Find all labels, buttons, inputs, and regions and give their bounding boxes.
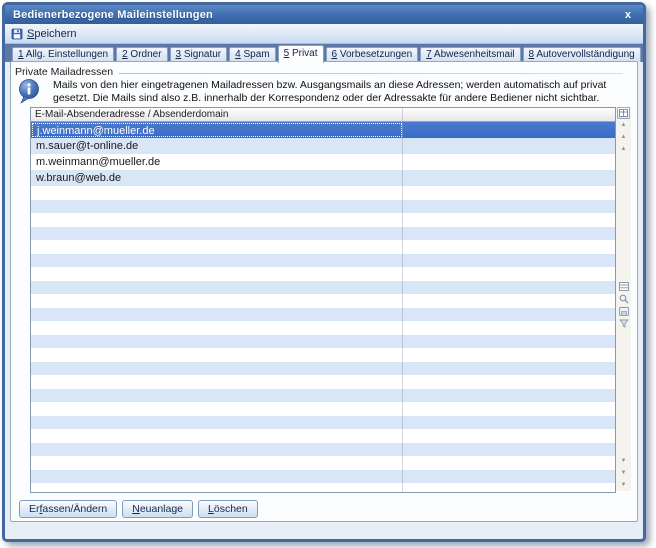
tab-1[interactable]: 1 Allg. Einstellungen	[12, 47, 114, 62]
empty-stripe	[31, 186, 615, 200]
empty-stripe	[31, 200, 615, 214]
tab-7[interactable]: 7 Abwesenheitsmail	[420, 47, 520, 62]
table-body: j.weinmann@mueller.de m.sauer@t-online.de…	[31, 122, 615, 492]
tab-6[interactable]: 6 Vorbesetzungen	[326, 47, 419, 62]
empty-stripe	[31, 362, 615, 376]
neuanlage-button[interactable]: Neuanlage	[122, 500, 193, 518]
scroll-down-group: ▼▼▼	[621, 455, 627, 491]
tab-5[interactable]: 5 Privat	[278, 45, 324, 63]
table-header[interactable]: E-Mail-Absenderadresse / Absenderdomain	[31, 108, 615, 122]
l-schen-button[interactable]: Löschen	[198, 500, 258, 518]
tab-8[interactable]: 8 Autovervollständigung	[523, 47, 641, 62]
empty-stripe	[31, 416, 615, 430]
table-view-icon[interactable]	[619, 282, 629, 291]
email-table: E-Mail-Absenderadresse / Absenderdomain …	[30, 107, 616, 493]
table-row[interactable]: j.weinmann@mueller.de	[31, 122, 615, 138]
table-row[interactable]: m.weinmann@mueller.de	[31, 154, 615, 170]
erfassen-ndern-button[interactable]: Erfassen/Ändern	[19, 500, 117, 518]
column-divider[interactable]	[402, 108, 403, 492]
action-buttons: Erfassen/Ändern Neuanlage Löschen	[19, 500, 258, 518]
empty-stripe	[31, 281, 615, 295]
tab-4[interactable]: 4 Spam	[229, 47, 275, 62]
tab-page-privat: Private Mailadressen Mails v	[10, 61, 638, 522]
empty-stripe	[31, 402, 615, 416]
empty-stripe	[31, 375, 615, 389]
empty-stripe	[31, 308, 615, 322]
empty-stripe	[31, 213, 615, 227]
empty-stripe	[31, 335, 615, 349]
empty-stripe	[31, 348, 615, 362]
scroll-last-icon[interactable]: ▼	[621, 479, 627, 491]
export-icon[interactable]	[619, 307, 629, 316]
toolbar: Speichern	[5, 24, 643, 44]
dialog-window: Bedienerbezogene Maileinstellungen x Spe…	[2, 2, 646, 542]
tab-bar: 1 Allg. Einstellungen2 Ordner3 Signatur4…	[5, 44, 643, 62]
empty-stripe	[31, 470, 615, 484]
table-row[interactable]: m.sauer@t-online.de	[31, 138, 615, 154]
empty-stripe	[31, 429, 615, 443]
scroll-up-icon[interactable]: ▲	[621, 131, 627, 143]
scroll-pageup-icon[interactable]: ▲	[621, 143, 627, 155]
empty-stripe	[31, 389, 615, 403]
empty-stripe	[31, 227, 615, 241]
email-cell: w.braun@web.de	[32, 171, 402, 185]
empty-stripe	[31, 294, 615, 308]
email-cell: j.weinmann@mueller.de	[32, 123, 402, 137]
save-icon	[11, 28, 23, 40]
info-text: Mails von den hier eingetragenen Mailadr…	[53, 77, 606, 105]
empty-stripe	[31, 254, 615, 268]
tab-2[interactable]: 2 Ordner	[116, 47, 167, 62]
info-icon	[17, 77, 41, 105]
empty-stripe	[31, 456, 615, 470]
scroll-pagedown-icon[interactable]: ▼	[621, 455, 627, 467]
empty-stripe	[31, 240, 615, 254]
table-side-strip: ▲▲▲	[616, 107, 631, 491]
empty-stripe	[31, 483, 615, 492]
title-bar: Bedienerbezogene Maileinstellungen x	[5, 5, 643, 24]
info-line-1: Mails von den hier eingetragenen Mailadr…	[53, 79, 606, 91]
table-row[interactable]: w.braun@web.de	[31, 170, 615, 186]
email-cell: m.sauer@t-online.de	[32, 139, 402, 153]
scroll-up-group: ▲▲▲	[621, 119, 627, 155]
empty-stripe	[31, 321, 615, 335]
group-rule	[119, 73, 623, 74]
email-cell: m.weinmann@mueller.de	[32, 155, 402, 169]
info-line-2: gesetzt. Die Mails sind also z.B. innerh…	[53, 92, 599, 104]
close-button[interactable]: x	[621, 9, 635, 21]
save-button[interactable]: Speichern	[27, 28, 77, 40]
scroll-down-icon[interactable]: ▼	[621, 467, 627, 479]
tab-3[interactable]: 3 Signatur	[170, 47, 228, 62]
filter-icon[interactable]	[619, 319, 629, 328]
column-chooser-icon[interactable]	[617, 107, 630, 119]
empty-stripe	[31, 443, 615, 457]
search-icon[interactable]	[619, 294, 629, 304]
window-title: Bedienerbezogene Maileinstellungen	[13, 9, 621, 21]
table-header-label: E-Mail-Absenderadresse / Absenderdomain	[35, 109, 228, 120]
scroll-first-icon[interactable]: ▲	[621, 119, 627, 131]
table-tools	[619, 282, 629, 328]
info-block: Mails von den hier eingetragenen Mailadr…	[17, 77, 606, 105]
empty-stripe	[31, 267, 615, 281]
